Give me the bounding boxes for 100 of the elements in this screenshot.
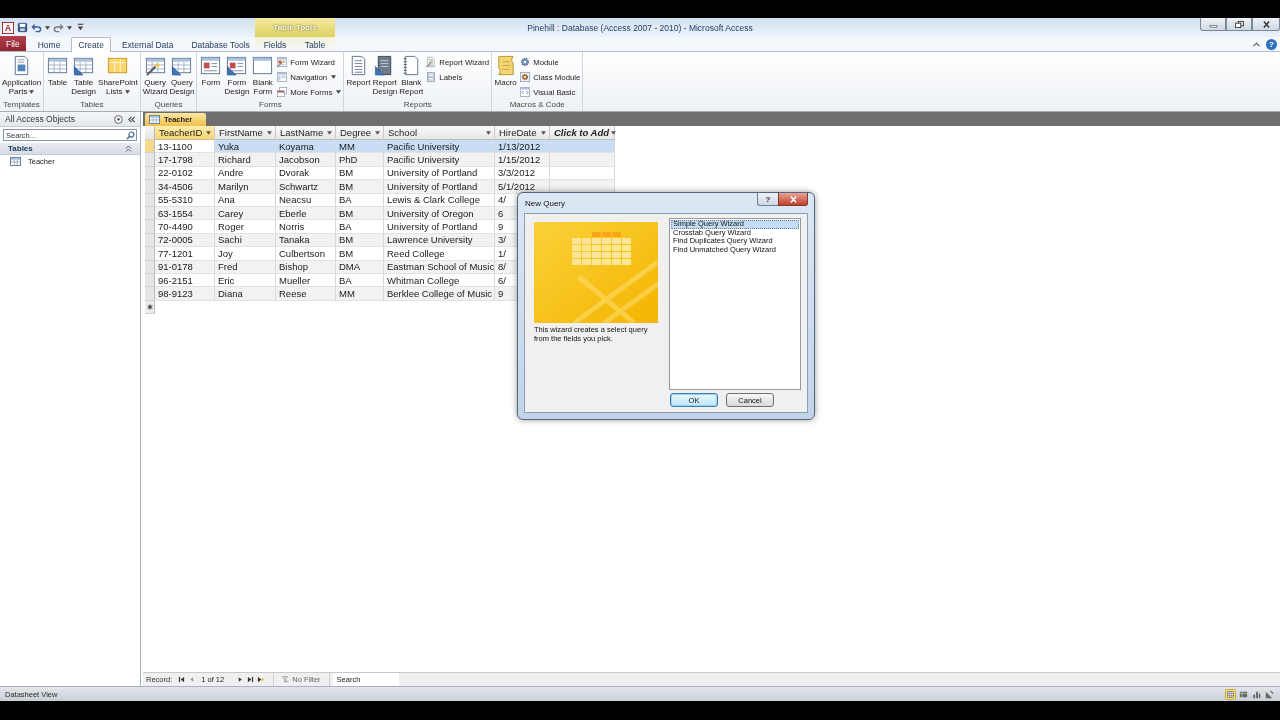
- row-selector[interactable]: [145, 300, 155, 314]
- table-cell: Eastman School of Music: [384, 260, 495, 274]
- undo-icon[interactable]: [31, 22, 42, 33]
- caret-icon[interactable]: [67, 25, 72, 30]
- table-cell: DMA: [336, 260, 384, 274]
- form-icon: [199, 54, 223, 77]
- label-icon: [425, 71, 438, 83]
- table-cell: Carey: [215, 206, 276, 221]
- customize-icon[interactable]: [75, 22, 86, 33]
- restore-button[interactable]: [1226, 18, 1252, 31]
- ribbon-button[interactable]: Application Parts: [1, 54, 43, 96]
- table-cell: 55-5310: [155, 193, 215, 207]
- ribbon-button[interactable]: Report: [345, 54, 372, 87]
- group-header[interactable]: Tables: [0, 143, 140, 155]
- pane-title[interactable]: All Access Objects: [5, 114, 110, 124]
- gear-box-icon: [519, 71, 532, 83]
- table-cell: University of Portland: [384, 220, 495, 234]
- table-row[interactable]: 17-1798 Richard Jacobson PhD Pacific University 1/15/2012: [145, 153, 615, 167]
- ribbon-button[interactable]: Report Design: [371, 54, 399, 96]
- ribbon-button[interactable]: Macro: [493, 54, 519, 87]
- table-cell: 77-1201: [155, 247, 215, 261]
- table-cell: Tanaka: [276, 233, 336, 248]
- last-record-icon[interactable]: [247, 676, 255, 683]
- table-cell: Schwartz: [276, 180, 336, 194]
- redo-icon[interactable]: [53, 22, 64, 33]
- dropdown-arrow-icon[interactable]: [267, 130, 272, 135]
- ribbon-button[interactable]: Table Design: [70, 54, 98, 96]
- group-label: Templates: [2, 100, 41, 111]
- group-label: Queries: [153, 100, 184, 111]
- dropdown-arrow-icon[interactable]: [541, 130, 546, 135]
- first-record-icon[interactable]: [178, 676, 186, 683]
- asterisk-icon: [146, 303, 153, 310]
- next-record-icon[interactable]: [237, 676, 245, 683]
- collapse-pane-icon[interactable]: [127, 114, 136, 124]
- ribbon-tab[interactable]: Fields: [255, 37, 295, 51]
- ribbon-tab[interactable]: Table: [295, 37, 335, 51]
- table-cell: BM: [336, 206, 384, 221]
- table-cell: Neacsu: [276, 193, 336, 207]
- table-cell: 17-1798: [155, 153, 215, 167]
- form-wand-icon: [276, 56, 289, 68]
- table-cell: Joy: [215, 247, 276, 261]
- grid-icon[interactable]: [1225, 688, 1236, 700]
- group-label: Reports: [402, 100, 433, 111]
- dropdown-arrow-icon[interactable]: [611, 130, 617, 135]
- ribbon-button[interactable]: Query Wizard: [141, 54, 169, 96]
- ribbon-button[interactable]: Form: [198, 54, 224, 87]
- column-header[interactable]: FirstName: [215, 126, 276, 140]
- help-button[interactable]: ?: [757, 193, 778, 206]
- dropdown-arrow-icon[interactable]: [327, 130, 332, 135]
- ribbon-button[interactable]: Blank Form: [250, 54, 276, 96]
- dropdown-arrow-icon[interactable]: [486, 130, 491, 135]
- help-button[interactable]: ?: [1266, 38, 1277, 50]
- app-logo[interactable]: A: [2, 21, 14, 34]
- form-ruler-icon: [225, 54, 249, 77]
- table-row[interactable]: 13-1100 Yuka Koyama MM Pacific University 1/13/2012: [145, 140, 615, 154]
- contextual-tab-header: Table Tools: [255, 18, 335, 37]
- close-button[interactable]: [1252, 18, 1280, 31]
- ribbon-tab[interactable]: File: [0, 36, 26, 51]
- ribbon-button[interactable]: SharePoint Lists: [97, 54, 139, 96]
- dropdown-circle-icon[interactable]: [114, 114, 123, 124]
- new-record-icon[interactable]: [257, 676, 265, 683]
- table-cell: Bishop: [276, 260, 336, 274]
- column-header[interactable]: HireDate: [495, 126, 550, 140]
- ribbon-button[interactable]: Table: [45, 54, 71, 87]
- table-cell: 72-0005: [155, 233, 215, 248]
- table-cell: Roger: [215, 220, 276, 234]
- ribbon-tab[interactable]: Database Tools: [184, 37, 257, 51]
- close-button[interactable]: [778, 193, 808, 206]
- column-header[interactable]: School: [384, 126, 495, 140]
- table-cell: Lawrence University: [384, 233, 495, 248]
- collapse-ribbon-icon[interactable]: [1253, 41, 1260, 47]
- column-header[interactable]: Click to Add: [550, 126, 615, 140]
- ribbon-button[interactable]: Blank Report: [398, 54, 425, 96]
- group-label: Macros & Code: [508, 100, 566, 111]
- table-cell: 13-1100: [155, 140, 215, 154]
- group-label: Tables: [79, 100, 105, 111]
- table-cell: 63-1554: [155, 206, 215, 221]
- search-icon[interactable]: [126, 130, 135, 140]
- dropdown-arrow-icon[interactable]: [375, 130, 380, 135]
- column-header[interactable]: LastName: [276, 126, 336, 140]
- table-cell: MM: [336, 287, 384, 301]
- column-header[interactable]: Degree: [336, 126, 384, 140]
- dropdown-arrow-icon[interactable]: [206, 130, 211, 135]
- code-window-icon: [519, 86, 532, 98]
- blank-window-icon: [251, 54, 275, 77]
- table-cell: Berklee College of Music: [384, 287, 495, 301]
- ribbon-tab[interactable]: Home: [30, 37, 68, 51]
- ribbon-button[interactable]: Form Design: [223, 54, 251, 96]
- column-header[interactable]: TeacherID: [155, 126, 215, 140]
- table-row[interactable]: 34-4506 Marilyn Schwartz BM University of Portland 5/1/2012: [145, 180, 615, 194]
- gear-icon: [519, 56, 532, 68]
- window-title: Pinehill : Database (Access 2007 - 2010) - Microsoft Access: [527, 22, 753, 33]
- close-icon: [1261, 20, 1271, 28]
- ruler-triangle-icon[interactable]: [1264, 688, 1275, 700]
- caret-icon[interactable]: [45, 25, 50, 30]
- table-cell: Jacobson: [276, 153, 336, 167]
- ribbon-tab[interactable]: External Data: [114, 37, 181, 51]
- ribbon-tab[interactable]: Create: [71, 37, 111, 52]
- save-icon[interactable]: [17, 22, 28, 33]
- ribbon-button[interactable]: Query Design: [168, 54, 196, 96]
